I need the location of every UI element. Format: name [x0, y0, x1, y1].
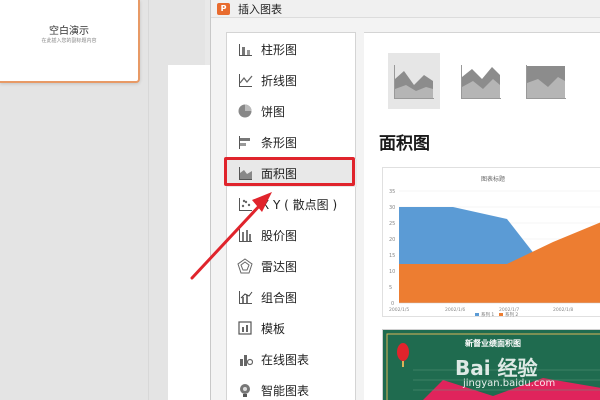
preview-y-tick: 20: [389, 237, 395, 243]
column-chart-icon: [237, 41, 253, 57]
area-subtype-icon: [394, 65, 434, 99]
nav-item-label: X Y ( 散点图 ): [261, 197, 338, 212]
nav-item-smart-chart[interactable]: 智能图表: [227, 376, 357, 400]
nav-item-scatter-chart[interactable]: X Y ( 散点图 ): [227, 190, 357, 218]
nav-item-template[interactable]: 模板: [227, 314, 357, 342]
radar-chart-icon: [237, 258, 253, 274]
pie-chart-icon: [237, 103, 253, 119]
insert-chart-dialog: P 插入图表 柱形图 折线图 饼图 条形图 面积图 X Y (散点图) 股价…: [210, 0, 600, 400]
watermark-brand: Bai 经验: [455, 356, 538, 380]
nav-item-bar-chart[interactable]: 条形图: [227, 128, 357, 156]
app-logo-icon: P: [217, 2, 230, 15]
slide-thumbnail[interactable]: 空白演示 在此插入您的副标题内容: [0, 0, 140, 83]
preview-y-tick: 0: [391, 301, 394, 307]
nav-item-label: 模板: [261, 321, 286, 336]
subtype-percent-area[interactable]: [520, 53, 572, 109]
nav-item-line-chart[interactable]: 折线图: [227, 66, 357, 94]
online-chart-icon: [237, 351, 253, 367]
nav-item-label: 在线图表: [261, 352, 310, 367]
preview-y-axis: 35 30 25 20 15 10 5 0: [389, 189, 395, 307]
preview-y-tick: 35: [389, 189, 395, 195]
nav-item-column-chart[interactable]: 柱形图: [227, 35, 357, 63]
preview-x-tick: 2002/1/6: [445, 307, 465, 313]
slide-thumbnail-title: 空白演示: [49, 26, 89, 37]
bar-chart-icon: [237, 134, 253, 150]
subtype-area[interactable]: [388, 53, 440, 109]
subtype-stacked-area[interactable]: [455, 53, 507, 109]
preview-x-tick: 2002/1/8: [553, 307, 573, 313]
preview-y-tick: 25: [389, 221, 395, 227]
nav-item-label: 智能图表: [261, 383, 310, 398]
nav-item-online-chart[interactable]: 在线图表: [227, 345, 357, 373]
preview-y-tick: 15: [389, 253, 395, 259]
nav-item-label: 条形图: [261, 135, 298, 150]
preview-legend: 系列 1 系列 2: [475, 311, 518, 318]
nav-item-label: 饼图: [261, 104, 286, 119]
nav-item-radar-chart[interactable]: 雷达图: [227, 252, 357, 280]
nav-item-label: 折线图: [261, 73, 298, 88]
preview-y-tick: 10: [389, 269, 395, 275]
nav-item-pie-chart[interactable]: 饼图: [227, 97, 357, 125]
smart-chart-icon: [237, 382, 253, 398]
section-title: 面积图: [379, 134, 430, 154]
nav-item-combo-chart[interactable]: 组合图: [227, 283, 357, 311]
template-icon: [237, 320, 253, 336]
panel-divider: [148, 0, 149, 400]
percent-area-subtype-icon: [526, 65, 566, 99]
chart-preview-area[interactable]: 图表标题 35 30 25 20 15 10 5 0 2002/1/5 2002…: [382, 167, 600, 318]
dialog-titlebar[interactable]: P 插入图表: [211, 0, 600, 18]
chart-type-sidebar: 柱形图 折线图 饼图 条形图 面积图 X Y (散点图) 股价图 雷达图 组…: [226, 32, 357, 400]
baidu-watermark: Bai 经验 jingyan.baidu.com: [455, 350, 595, 398]
scatter-chart-icon: [237, 196, 253, 212]
dialog-title: 插入图表: [238, 2, 282, 16]
preview-area-chart: 35 30 25 20 15 10 5 0 2002/1/5 2002/1/6 …: [389, 189, 600, 318]
stock-chart-icon: [237, 227, 253, 243]
nav-item-label: 柱形图: [261, 42, 298, 57]
preview-x-tick: 2002/1/5: [389, 307, 409, 313]
combo-chart-icon: [237, 289, 253, 305]
slide-thumbnail-subtitle: 在此插入您的副标题内容: [41, 38, 97, 44]
slide-canvas[interactable]: [168, 65, 213, 400]
line-chart-icon: [237, 72, 253, 88]
nav-item-label: 股价图: [261, 228, 298, 243]
watermark-url: jingyan.baidu.com: [463, 378, 556, 389]
template-preview-title: 新督业绩面积图: [465, 339, 521, 348]
nav-item-label: 雷达图: [261, 259, 298, 274]
nav-item-stock-chart[interactable]: 股价图: [227, 221, 357, 249]
chart-gallery: 面积图 图表标题 35 30 25 20 15 10 5 0 2002/1/5 …: [364, 32, 600, 400]
preview-legend-item: 系列 1: [481, 311, 494, 318]
stacked-area-subtype-icon: [461, 65, 501, 99]
nav-item-label: 组合图: [261, 290, 298, 305]
highlight-box: [224, 157, 355, 186]
preview-y-tick: 30: [389, 205, 395, 211]
preview-y-tick: 5: [389, 285, 392, 291]
preview-legend-item: 系列 2: [505, 311, 518, 318]
